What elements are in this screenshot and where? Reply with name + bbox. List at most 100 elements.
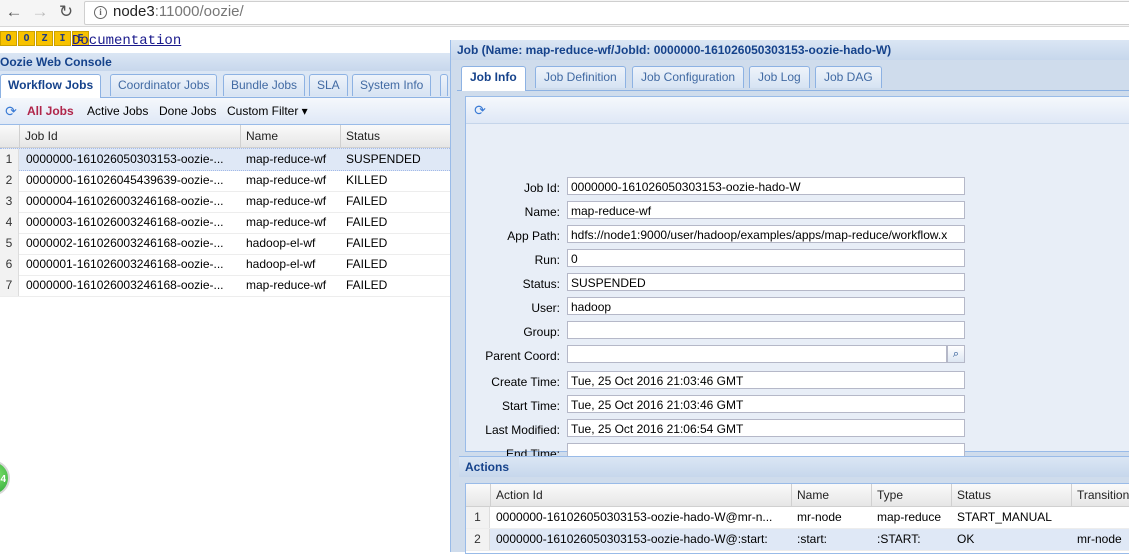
job-info-toolbar: ⟳ [466,97,1129,124]
cell-name: :start: [797,532,828,546]
console-title: Oozie Web Console [0,53,450,72]
table-row[interactable]: 7 0000000-161026003246168-oozie-... map-… [0,275,450,297]
row-number: 3 [0,191,19,212]
app-path-field[interactable]: hdfs://node1:9000/user/hadoop/examples/a… [567,225,965,243]
job-id-field[interactable]: 0000000-161026050303153-oozie-hado-W [567,177,965,195]
tab-sla[interactable]: SLA [309,74,348,96]
tab-job-info[interactable]: Job Info [461,66,526,91]
row-number: 1 [0,149,19,170]
done-jobs-button[interactable]: Done Jobs [159,104,216,118]
reload-icon[interactable]: ↻ [56,2,76,22]
table-row[interactable]: 1 0000000-161026050303153-oozie-hado-W@m… [466,507,1129,529]
tab-job-configuration[interactable]: Job Configuration [632,66,745,88]
column-name[interactable]: Name [240,125,340,147]
refresh-icon[interactable]: ⟳ [3,103,19,119]
column-job-id[interactable]: Job Id [19,125,240,147]
logo-letter: O [0,31,17,46]
all-jobs-button[interactable]: All Jobs [27,104,74,118]
cell-name: hadoop-el-wf [246,236,316,250]
tab-job-log[interactable]: Job Log [749,66,810,88]
cell-status: FAILED [346,236,388,250]
actions-grid-header: Action Id Name Type Status Transition [466,484,1129,507]
tab-workflow-jobs[interactable]: Workflow Jobs [0,74,102,98]
tab-overflow[interactable] [440,74,448,96]
table-row[interactable]: 4 0000003-161026003246168-oozie-... map-… [0,212,450,234]
column-type[interactable]: Type [871,484,951,506]
cell-name: map-reduce-wf [246,173,327,187]
cell-name: map-reduce-wf [246,278,327,292]
row-number: 4 [0,212,19,233]
actions-title: Actions [459,456,1129,477]
table-row[interactable]: 3 0000004-161026003246168-oozie-... map-… [0,191,450,213]
name-field[interactable]: map-reduce-wf [567,201,965,219]
table-row[interactable]: 6 0000001-161026003246168-oozie-... hado… [0,254,450,276]
forward-arrow-icon[interactable]: → [30,2,50,22]
tab-job-definition[interactable]: Job Definition [535,66,626,88]
cell-name: map-reduce-wf [246,194,327,208]
job-info-panel: ⟳ Job Id: 0000000-161026050303153-oozie-… [465,96,1129,461]
job-detail-window: Job (Name: map-reduce-wf/JobId: 0000000-… [450,40,1129,554]
tab-coordinator-jobs[interactable]: Coordinator Jobs [110,74,218,96]
cell-name: mr-node [797,510,842,524]
field-label: User: [531,301,560,315]
cell-status: OK [957,532,975,546]
info-icon[interactable]: i [94,6,107,19]
parent-coord-field[interactable] [567,345,947,363]
column-status[interactable]: Status [951,484,1071,506]
cell-action-id: 0000000-161026050303153-oozie-hado-W@:st… [496,532,768,546]
refresh-icon[interactable]: ⟳ [472,102,488,118]
back-arrow-icon[interactable]: ← [4,2,24,22]
field-label: Group: [523,325,560,339]
column-status[interactable]: Status [340,125,451,147]
cell-transition: mr-node [1077,532,1122,546]
row-number: 2 [0,170,19,191]
table-row[interactable]: 2 0000000-161026050303153-oozie-hado-W@:… [466,529,1129,551]
cell-status: FAILED [346,194,388,208]
documentation-link[interactable]: Documentation [72,33,181,49]
jobs-toolbar: ⟳ All Jobs Active Jobs Done Jobs Custom … [0,98,450,125]
row-number: 7 [0,275,19,296]
logo-letter: Z [36,31,53,46]
column-action-id[interactable]: Action Id [490,484,792,506]
table-row[interactable]: 2 0000000-161026045439639-oozie-... map-… [0,170,450,192]
job-tab-bar: Job Info Job Definition Job Configuratio… [457,64,1129,91]
cell-transition [1072,507,1129,528]
table-row[interactable]: 1 0000000-161026050303153-oozie-... map-… [0,148,450,171]
search-icon[interactable]: ⌕ [947,345,965,363]
start-time-field[interactable]: Tue, 25 Oct 2016 21:03:46 GMT [567,395,965,413]
field-label: Last Modified: [485,423,560,437]
cell-name: map-reduce-wf [246,152,327,166]
active-jobs-button[interactable]: Active Jobs [87,104,148,118]
tab-system-info[interactable]: System Info [352,74,432,96]
column-name[interactable]: Name [791,484,871,506]
cell-status: SUSPENDED [346,152,421,166]
field-label: Run: [534,253,560,267]
cell-name: map-reduce-wf [246,215,327,229]
status-orb[interactable]: 4 [0,460,10,496]
custom-filter-menu[interactable]: Custom Filter ▾ [227,104,308,118]
row-number: 5 [0,233,19,254]
tab-bundle-jobs[interactable]: Bundle Jobs [223,74,306,96]
tab-job-dag[interactable]: Job DAG [815,66,882,88]
cell-type: :START: [877,532,921,546]
cell-name: hadoop-el-wf [246,257,316,271]
user-field[interactable]: hadoop [567,297,965,315]
url-path: :11000/oozie/ [154,3,244,20]
table-row[interactable]: 5 0000002-161026003246168-oozie-... hado… [0,233,450,255]
status-field[interactable]: SUSPENDED [567,273,965,291]
job-window-title[interactable]: Job (Name: map-reduce-wf/JobId: 0000000-… [451,40,1129,60]
cell-job-id: 0000000-161026045439639-oozie-... [26,173,224,187]
cell-job-id: 0000003-161026003246168-oozie-... [26,215,224,229]
cell-status: FAILED [346,215,388,229]
cell-type: map-reduce [877,510,942,524]
field-label: Create Time: [491,375,560,389]
url-host: node3 [113,3,155,20]
url-text[interactable]: node3:11000/oozie/ [113,3,244,20]
group-field[interactable] [567,321,965,339]
create-time-field[interactable]: Tue, 25 Oct 2016 21:03:46 GMT [567,371,965,389]
run-field[interactable]: 0 [567,249,965,267]
cell-job-id: 0000000-161026050303153-oozie-... [26,152,224,166]
field-label: Start Time: [501,399,560,413]
last-modified-field[interactable]: Tue, 25 Oct 2016 21:06:54 GMT [567,419,965,437]
column-transition[interactable]: Transition [1071,484,1129,506]
